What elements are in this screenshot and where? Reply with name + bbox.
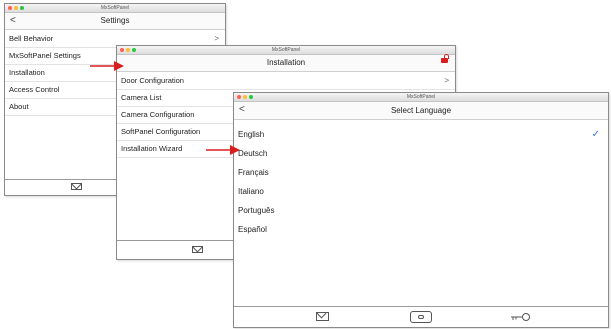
maximize-dot[interactable] [249, 95, 253, 99]
list-item-label: SoftPanel Configuration [121, 127, 201, 136]
window-title: MxSoftPanel [406, 94, 436, 100]
language-item-portugues[interactable]: Português [234, 201, 608, 220]
chevron-right-icon: > [444, 76, 449, 85]
close-dot[interactable] [8, 6, 12, 10]
settings-titlebar: MxSoftPanel [5, 4, 225, 13]
language-list: English ✓ Deutsch Français Italiano Port… [234, 125, 608, 239]
language-item-english[interactable]: English ✓ [234, 125, 608, 144]
list-item-label: Camera Configuration [121, 110, 195, 119]
language-footer [234, 306, 608, 327]
arrow-right-icon [90, 61, 124, 71]
window-controls [237, 95, 253, 99]
page-title: Installation [266, 58, 306, 67]
maximize-dot[interactable] [20, 6, 24, 10]
list-item-label: MxSoftPanel Settings [9, 51, 81, 60]
settings-navbar: < Settings [5, 13, 225, 30]
list-item-label: About [9, 102, 29, 111]
list-item-label: Deutsch [238, 149, 268, 158]
close-dot[interactable] [237, 95, 241, 99]
minimize-dot[interactable] [14, 6, 18, 10]
language-navbar: < Select Language [234, 102, 608, 120]
maximize-dot[interactable] [132, 48, 136, 52]
list-item-label: Bell Behavior [9, 34, 54, 43]
window-controls [8, 6, 24, 10]
list-item-label: Français [238, 168, 269, 177]
unlock-icon[interactable] [441, 54, 449, 63]
window-title: MxSoftPanel [271, 47, 301, 53]
mail-icon[interactable] [316, 312, 329, 321]
page-title: Settings [100, 16, 130, 25]
language-item-italiano[interactable]: Italiano [234, 182, 608, 201]
language-item-espanol[interactable]: Español [234, 220, 608, 239]
page-title: Select Language [390, 106, 452, 115]
key-icon[interactable] [510, 312, 532, 322]
list-item-label: Italiano [238, 187, 264, 196]
minimize-dot[interactable] [243, 95, 247, 99]
close-dot[interactable] [120, 48, 124, 52]
language-item-deutsch[interactable]: Deutsch [234, 144, 608, 163]
mail-icon[interactable] [71, 183, 82, 190]
mail-icon[interactable] [192, 246, 203, 253]
list-item-label: Camera List [121, 93, 162, 102]
window-title: MxSoftPanel [100, 5, 130, 11]
language-titlebar: MxSoftPanel [234, 93, 608, 102]
list-item-label: Español [238, 225, 267, 234]
list-item-label: English [238, 130, 265, 139]
list-item-label: Access Control [9, 85, 60, 94]
checkmark-icon: ✓ [591, 129, 600, 140]
arrow-right-icon [206, 145, 240, 155]
window-controls [120, 48, 136, 52]
list-item-label: Door Configuration [121, 76, 184, 85]
language-item-francais[interactable]: Français [234, 163, 608, 182]
installation-navbar: Installation [117, 54, 455, 72]
installation-titlebar: MxSoftPanel [117, 46, 455, 55]
list-item-label: Installation [9, 68, 45, 77]
list-item-label: Português [238, 206, 275, 215]
back-button[interactable]: < [239, 102, 245, 117]
list-item-label: Installation Wizard [121, 144, 183, 153]
language-window: MxSoftPanel < Select Language English ✓ … [233, 92, 609, 328]
back-button[interactable]: < [10, 13, 16, 28]
camera-icon[interactable] [410, 311, 432, 323]
minimize-dot[interactable] [126, 48, 130, 52]
installation-item-door-configuration[interactable]: Door Configuration > [117, 73, 455, 90]
